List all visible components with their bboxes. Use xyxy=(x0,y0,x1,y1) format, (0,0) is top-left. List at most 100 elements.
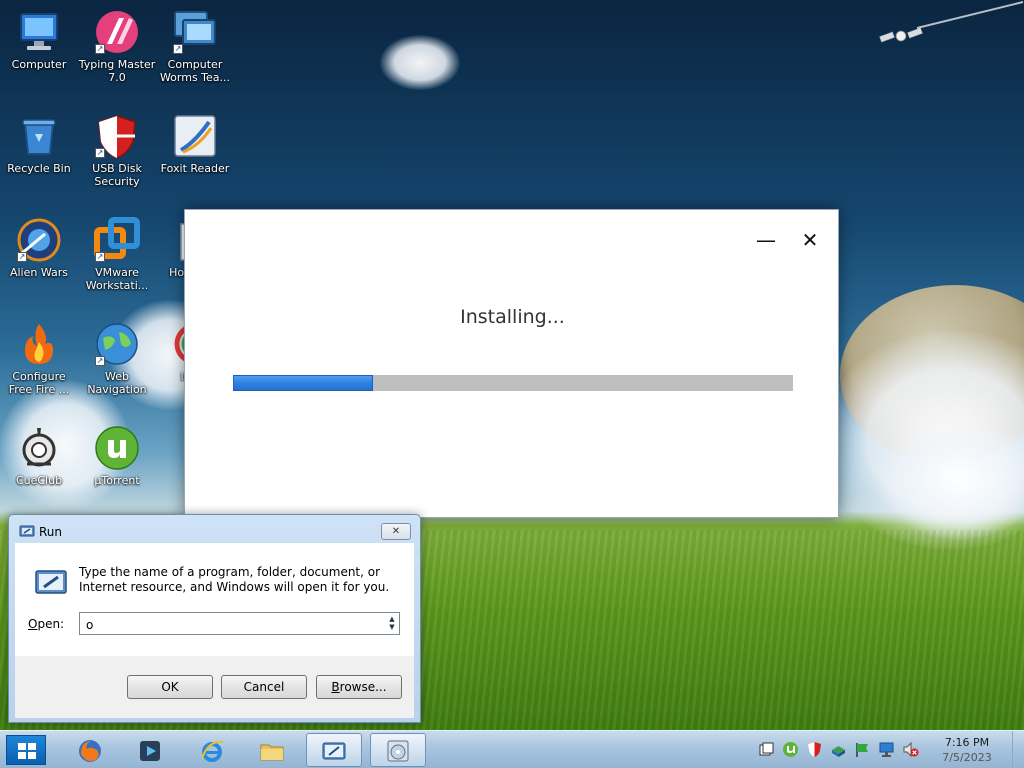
run-dialog-body: Type the name of a program, folder, docu… xyxy=(15,543,414,656)
taskbar-clock[interactable]: 7:16 PM 7/5/2023 xyxy=(932,735,1002,765)
wallpaper-cloud xyxy=(380,35,460,90)
shortcut-arrow-icon: ↗ xyxy=(95,148,105,158)
recycle-bin-icon xyxy=(15,112,63,160)
file-explorer-icon xyxy=(260,744,284,761)
network-icon xyxy=(879,742,894,757)
installer-window: — ✕ Installing... xyxy=(184,209,839,518)
tray-flag[interactable] xyxy=(854,741,871,758)
desktop-icon-cueclub[interactable]: CueClub xyxy=(0,424,78,487)
typing-master-icon: ↗ xyxy=(93,8,141,56)
media-player-icon xyxy=(140,741,160,761)
open-label-text: pen: xyxy=(37,617,65,631)
desktop-icon-recycle-bin[interactable]: Recycle Bin xyxy=(0,112,78,175)
run-dialog-description: Type the name of a program, folder, docu… xyxy=(79,565,390,594)
taskbar-item-installer[interactable] xyxy=(370,733,426,767)
desktop-icon-label: Web Navigation xyxy=(87,370,147,396)
utorrent-tray-icon xyxy=(783,742,798,757)
cueclub-icon xyxy=(15,424,63,472)
usb-disk-security-icon: ↗ xyxy=(93,112,141,160)
desktop-icon-label: USB Disk Security xyxy=(92,162,142,188)
tray-network[interactable] xyxy=(878,741,895,758)
firefox-icon xyxy=(79,740,101,762)
desktop-icon-free-fire[interactable]: Configure Free Fire ... xyxy=(0,320,78,396)
run-icon xyxy=(19,525,35,537)
tray-volume[interactable] xyxy=(902,741,919,758)
clock-time: 7:16 PM xyxy=(944,736,990,749)
run-dialog-footer: OK Cancel Browse... xyxy=(15,656,414,718)
volume-muted-icon xyxy=(903,741,919,758)
computer-worms-icon: ↗ xyxy=(171,8,219,56)
run-dialog-icon xyxy=(322,742,346,760)
close-button[interactable]: ✕ xyxy=(797,228,823,252)
desktop-icon-label: Computer Worms Tea... xyxy=(159,58,231,84)
shortcut-arrow-icon: ↗ xyxy=(173,44,183,54)
run-dialog-title: Run xyxy=(39,525,63,539)
dropdown-arrows-icon[interactable]: ▲ ▼ xyxy=(386,615,398,632)
shortcut-arrow-icon: ↗ xyxy=(95,356,105,366)
desktop-icon-vmware[interactable]: ↗ VMware Workstati... xyxy=(78,216,156,292)
desktop-icon-label: Foxit Reader xyxy=(160,162,230,175)
run-program-icon xyxy=(35,570,67,594)
desktop-icon-usb-disk-security[interactable]: ↗ USB Disk Security xyxy=(78,112,156,188)
browse-label: rowse... xyxy=(339,680,387,694)
browse-accelerator: B xyxy=(331,680,340,694)
cancel-button[interactable]: Cancel xyxy=(221,675,307,699)
install-progress-bar xyxy=(233,375,793,391)
desktop-icon-label: µTorrent xyxy=(94,474,140,487)
free-fire-icon xyxy=(15,320,63,368)
shortcut-arrow-icon: ↗ xyxy=(95,44,105,54)
tray-usb-security[interactable] xyxy=(806,741,823,758)
run-dialog-close-button[interactable]: ✕ xyxy=(381,523,411,540)
desktop-icon-label: Typing Master 7.0 xyxy=(78,58,156,84)
flag-icon xyxy=(856,743,868,757)
desktop-icon-utorrent[interactable]: µTorrent xyxy=(78,424,156,487)
open-command-input[interactable] xyxy=(79,612,400,635)
taskbar-item-run-dialog[interactable] xyxy=(306,733,362,767)
utorrent-icon xyxy=(93,424,141,472)
desktop-icon-typing-master[interactable]: ↗ Typing Master 7.0 xyxy=(78,8,156,84)
start-button[interactable] xyxy=(6,735,46,765)
desktop-icon-web-navigation[interactable]: ↗ Web Navigation xyxy=(78,320,156,396)
desktop-icon-alien-wars[interactable]: ↗ Alien Wars xyxy=(0,216,78,279)
action-center-icon xyxy=(759,742,774,756)
desktop-icon-label: Configure Free Fire ... xyxy=(8,370,70,396)
install-status-text: Installing... xyxy=(460,306,565,328)
comet-icon xyxy=(916,1,1024,29)
ok-button[interactable]: OK xyxy=(127,675,213,699)
browse-button[interactable]: Browse... xyxy=(316,675,402,699)
tray-network-share[interactable] xyxy=(830,741,847,758)
taskbar-item-media-player[interactable] xyxy=(122,733,178,767)
taskbar-item-file-explorer[interactable] xyxy=(244,733,300,767)
usb-security-tray-icon xyxy=(808,742,821,757)
shortcut-arrow-icon: ↗ xyxy=(95,252,105,262)
desktop-icon-label: Recycle Bin xyxy=(7,162,71,175)
taskbar-item-firefox[interactable] xyxy=(62,733,118,767)
run-dialog: Run ✕ Type the name of a program, folder… xyxy=(8,514,421,723)
desktop-icon-foxit-reader[interactable]: Foxit Reader xyxy=(156,112,234,175)
desktop-icon-computer-worms[interactable]: ↗ Computer Worms Tea... xyxy=(156,8,234,84)
desktop-icon-computer[interactable]: Computer xyxy=(0,8,78,71)
internet-explorer-icon xyxy=(201,740,224,762)
open-field-label: Open: xyxy=(28,617,64,631)
network-share-icon xyxy=(832,746,845,757)
show-desktop-button[interactable] xyxy=(1012,731,1024,768)
desktop-icon-label: Alien Wars xyxy=(9,266,69,279)
desktop-icon-label: VMware Workstati... xyxy=(85,266,149,292)
shortcut-arrow-icon: ↗ xyxy=(17,252,27,262)
alien-wars-icon: ↗ xyxy=(15,216,63,264)
desktop-icon-label: CueClub xyxy=(15,474,63,487)
install-progress-fill xyxy=(233,375,373,391)
taskbar: 7:16 PM 7/5/2023 xyxy=(0,730,1024,768)
tray-action-center[interactable] xyxy=(758,741,775,758)
installer-disc-icon xyxy=(387,740,409,762)
minimize-button[interactable]: — xyxy=(753,228,779,252)
vmware-icon: ↗ xyxy=(93,216,141,264)
globe-icon: ↗ xyxy=(93,320,141,368)
windows-logo-icon xyxy=(18,743,36,759)
desktop-icon-label: Computer xyxy=(11,58,67,71)
tray-utorrent[interactable] xyxy=(782,741,799,758)
computer-icon xyxy=(15,8,63,56)
clock-date: 7/5/2023 xyxy=(942,751,992,764)
foxit-reader-icon xyxy=(171,112,219,160)
taskbar-item-internet-explorer[interactable] xyxy=(184,733,240,767)
